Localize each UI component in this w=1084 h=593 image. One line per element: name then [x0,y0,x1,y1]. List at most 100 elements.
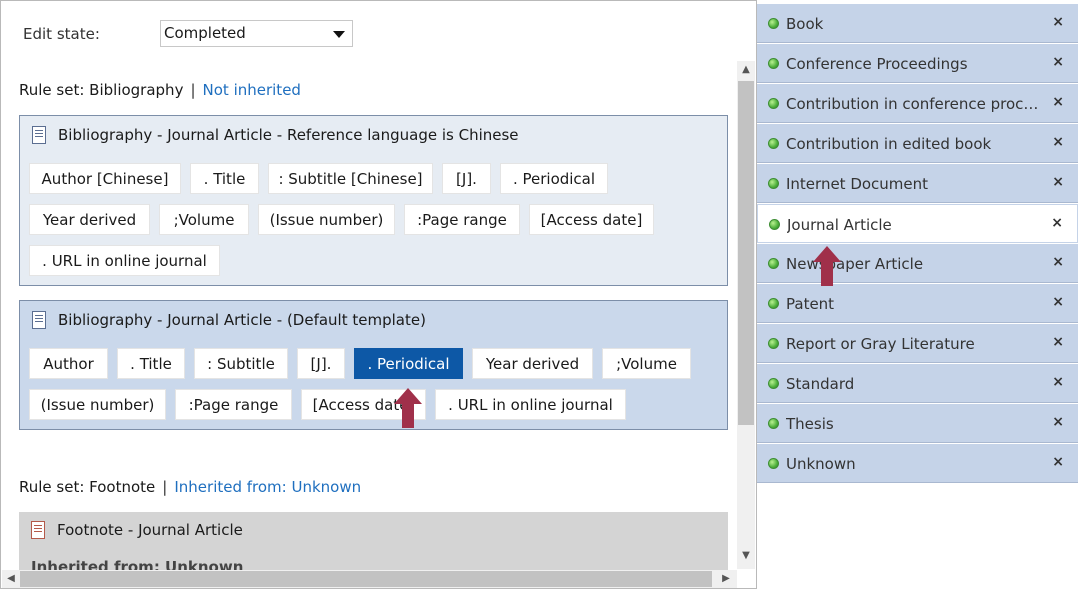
token-volume[interactable]: ;Volume [159,204,249,235]
ref-type-label: Thesis [786,415,834,433]
status-dot-icon [769,219,780,230]
token-j[interactable]: [J]. [297,348,345,379]
ref-type-item[interactable]: Contribution in edited book × [757,124,1078,163]
horizontal-scroll-thumb[interactable] [20,571,712,587]
red-arrow-annotation [813,246,841,286]
dropdown-caret-icon [333,31,345,38]
ref-type-label: Conference Proceedings [786,55,968,73]
status-dot-icon [768,58,779,69]
ref-type-label: Unknown [786,455,856,473]
edit-state-dropdown[interactable]: Completed [160,20,353,47]
rule-box-chinese[interactable]: Bibliography - Journal Article - Referen… [19,115,728,286]
ref-type-item[interactable]: Report or Gray Literature × [757,324,1078,363]
token-page-range[interactable]: :Page range [175,389,292,420]
status-dot-icon [768,378,779,389]
ref-type-item[interactable]: Contribution in conference proc… × [757,84,1078,123]
ref-type-label: Patent [786,295,835,313]
rules-editor-pane: Edit state: Completed Rule set: Bibliogr… [0,0,757,589]
status-dot-icon [768,258,779,269]
edit-state-label: Edit state: [23,25,100,43]
reference-type-list: Book × Conference Proceedings × Contribu… [757,4,1078,486]
status-dot-icon [768,18,779,29]
ref-type-label: Internet Document [786,175,929,193]
close-icon[interactable]: × [1052,94,1064,110]
close-icon[interactable]: × [1052,134,1064,150]
ruleset-footnote-line: Rule set: Footnote | Inherited from: Unkno… [19,478,361,496]
red-arrow-annotation [394,388,422,428]
close-icon[interactable]: × [1052,454,1064,470]
close-icon[interactable]: × [1052,174,1064,190]
close-icon[interactable]: × [1051,215,1063,231]
close-icon[interactable]: × [1052,374,1064,390]
token-year-derived[interactable]: Year derived [29,204,150,235]
status-dot-icon [768,418,779,429]
close-icon[interactable]: × [1052,14,1064,30]
ref-type-item[interactable]: Thesis × [757,404,1078,443]
ref-type-item[interactable]: Standard × [757,364,1078,403]
ref-type-item[interactable]: Internet Document × [757,164,1078,203]
ref-type-item[interactable]: Newspaper Article × [757,244,1078,283]
ref-type-label: Book [786,15,824,33]
token-issue-number[interactable]: (Issue number) [258,204,395,235]
footnote-rule-panel[interactable]: Footnote - Journal Article Inherited fro… [19,512,728,576]
status-dot-icon [768,178,779,189]
token-subtitle-chinese[interactable]: : Subtitle [Chinese] [268,163,433,194]
not-inherited-link[interactable]: Not inherited [203,81,301,99]
edit-state-value: Completed [164,24,246,42]
close-icon[interactable]: × [1052,414,1064,430]
inherited-from-link[interactable]: Inherited from: Unknown [174,478,361,496]
status-dot-icon [768,298,779,309]
vertical-scroll-thumb[interactable] [738,81,754,425]
status-dot-icon [768,138,779,149]
token-url-online-journal[interactable]: . URL in online journal [435,389,626,420]
token-author[interactable]: Author [29,348,108,379]
rule-title-chinese: Bibliography - Journal Article - Referen… [58,126,519,144]
token-title[interactable]: . Title [190,163,259,194]
document-icon [32,311,46,329]
scroll-left-icon[interactable]: ◀ [3,571,19,587]
status-dot-icon [768,98,779,109]
ref-type-label: Journal Article [787,216,892,234]
close-icon[interactable]: × [1052,54,1064,70]
token-author-chinese[interactable]: Author [Chinese] [29,163,181,194]
token-subtitle[interactable]: : Subtitle [194,348,288,379]
ruleset-bibliography-line: Rule set: Bibliography | Not inherited [19,81,301,99]
separator: | [162,478,168,496]
ref-type-item[interactable]: Book × [757,4,1078,43]
token-year-derived[interactable]: Year derived [472,348,593,379]
ruleset-bibliography-label: Rule set: Bibliography [19,81,184,99]
token-title[interactable]: . Title [117,348,185,379]
rule-title-default: Bibliography - Journal Article - (Defaul… [58,311,426,329]
token-periodical-selected[interactable]: . Periodical [354,348,463,379]
scroll-up-icon[interactable]: ▲ [738,62,754,78]
token-url-online-journal[interactable]: . URL in online journal [29,245,220,276]
scroll-right-icon[interactable]: ▶ [718,571,734,587]
close-icon[interactable]: × [1052,294,1064,310]
document-icon [31,521,45,539]
status-dot-icon [768,338,779,349]
ruleset-footnote-label: Rule set: Footnote [19,478,156,496]
ref-type-label: Report or Gray Literature [786,335,975,353]
token-access-date[interactable]: [Access date] [529,204,654,235]
ref-type-label: Contribution in edited book [786,135,992,153]
scroll-down-icon[interactable]: ▼ [738,548,754,564]
ref-type-item[interactable]: Patent × [757,284,1078,323]
close-icon[interactable]: × [1052,334,1064,350]
token-page-range[interactable]: :Page range [404,204,520,235]
ref-type-label: Contribution in conference proc… [786,95,1039,113]
token-volume[interactable]: ;Volume [602,348,691,379]
ref-type-label: Standard [786,375,855,393]
token-periodical[interactable]: . Periodical [500,163,608,194]
ref-type-item[interactable]: Unknown × [757,444,1078,483]
ref-type-item-selected[interactable]: Journal Article × [757,204,1078,243]
token-issue-number[interactable]: (Issue number) [29,389,166,420]
status-dot-icon [768,458,779,469]
token-j[interactable]: [J]. [442,163,491,194]
rule-box-default[interactable]: Bibliography - Journal Article - (Defaul… [19,300,728,430]
footnote-title: Footnote - Journal Article [57,521,243,539]
horizontal-scrollbar[interactable]: ◀ ▶ [2,570,737,588]
ref-type-item[interactable]: Conference Proceedings × [757,44,1078,83]
vertical-scrollbar[interactable]: ▲ ▼ [737,61,755,569]
document-icon [32,126,46,144]
close-icon[interactable]: × [1052,254,1064,270]
